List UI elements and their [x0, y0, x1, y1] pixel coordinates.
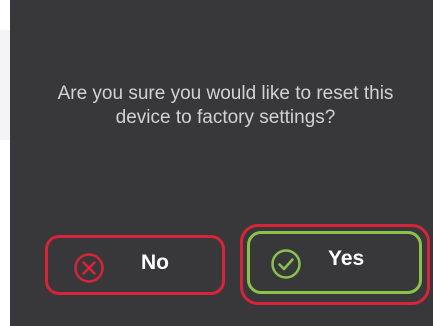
factory-reset-dialog: Are you sure you would like to reset thi… — [0, 0, 433, 326]
no-button-label: No — [141, 251, 169, 274]
no-button[interactable]: No — [45, 235, 225, 295]
check-circle-icon — [271, 249, 301, 279]
page: Are you sure you would like to reset thi… — [0, 0, 433, 326]
yes-button[interactable]: Yes — [247, 231, 422, 294]
yes-button-label: Yes — [328, 247, 365, 270]
confirm-message: Are you sure you would like to reset thi… — [57, 83, 394, 128]
close-circle-icon — [74, 253, 104, 283]
